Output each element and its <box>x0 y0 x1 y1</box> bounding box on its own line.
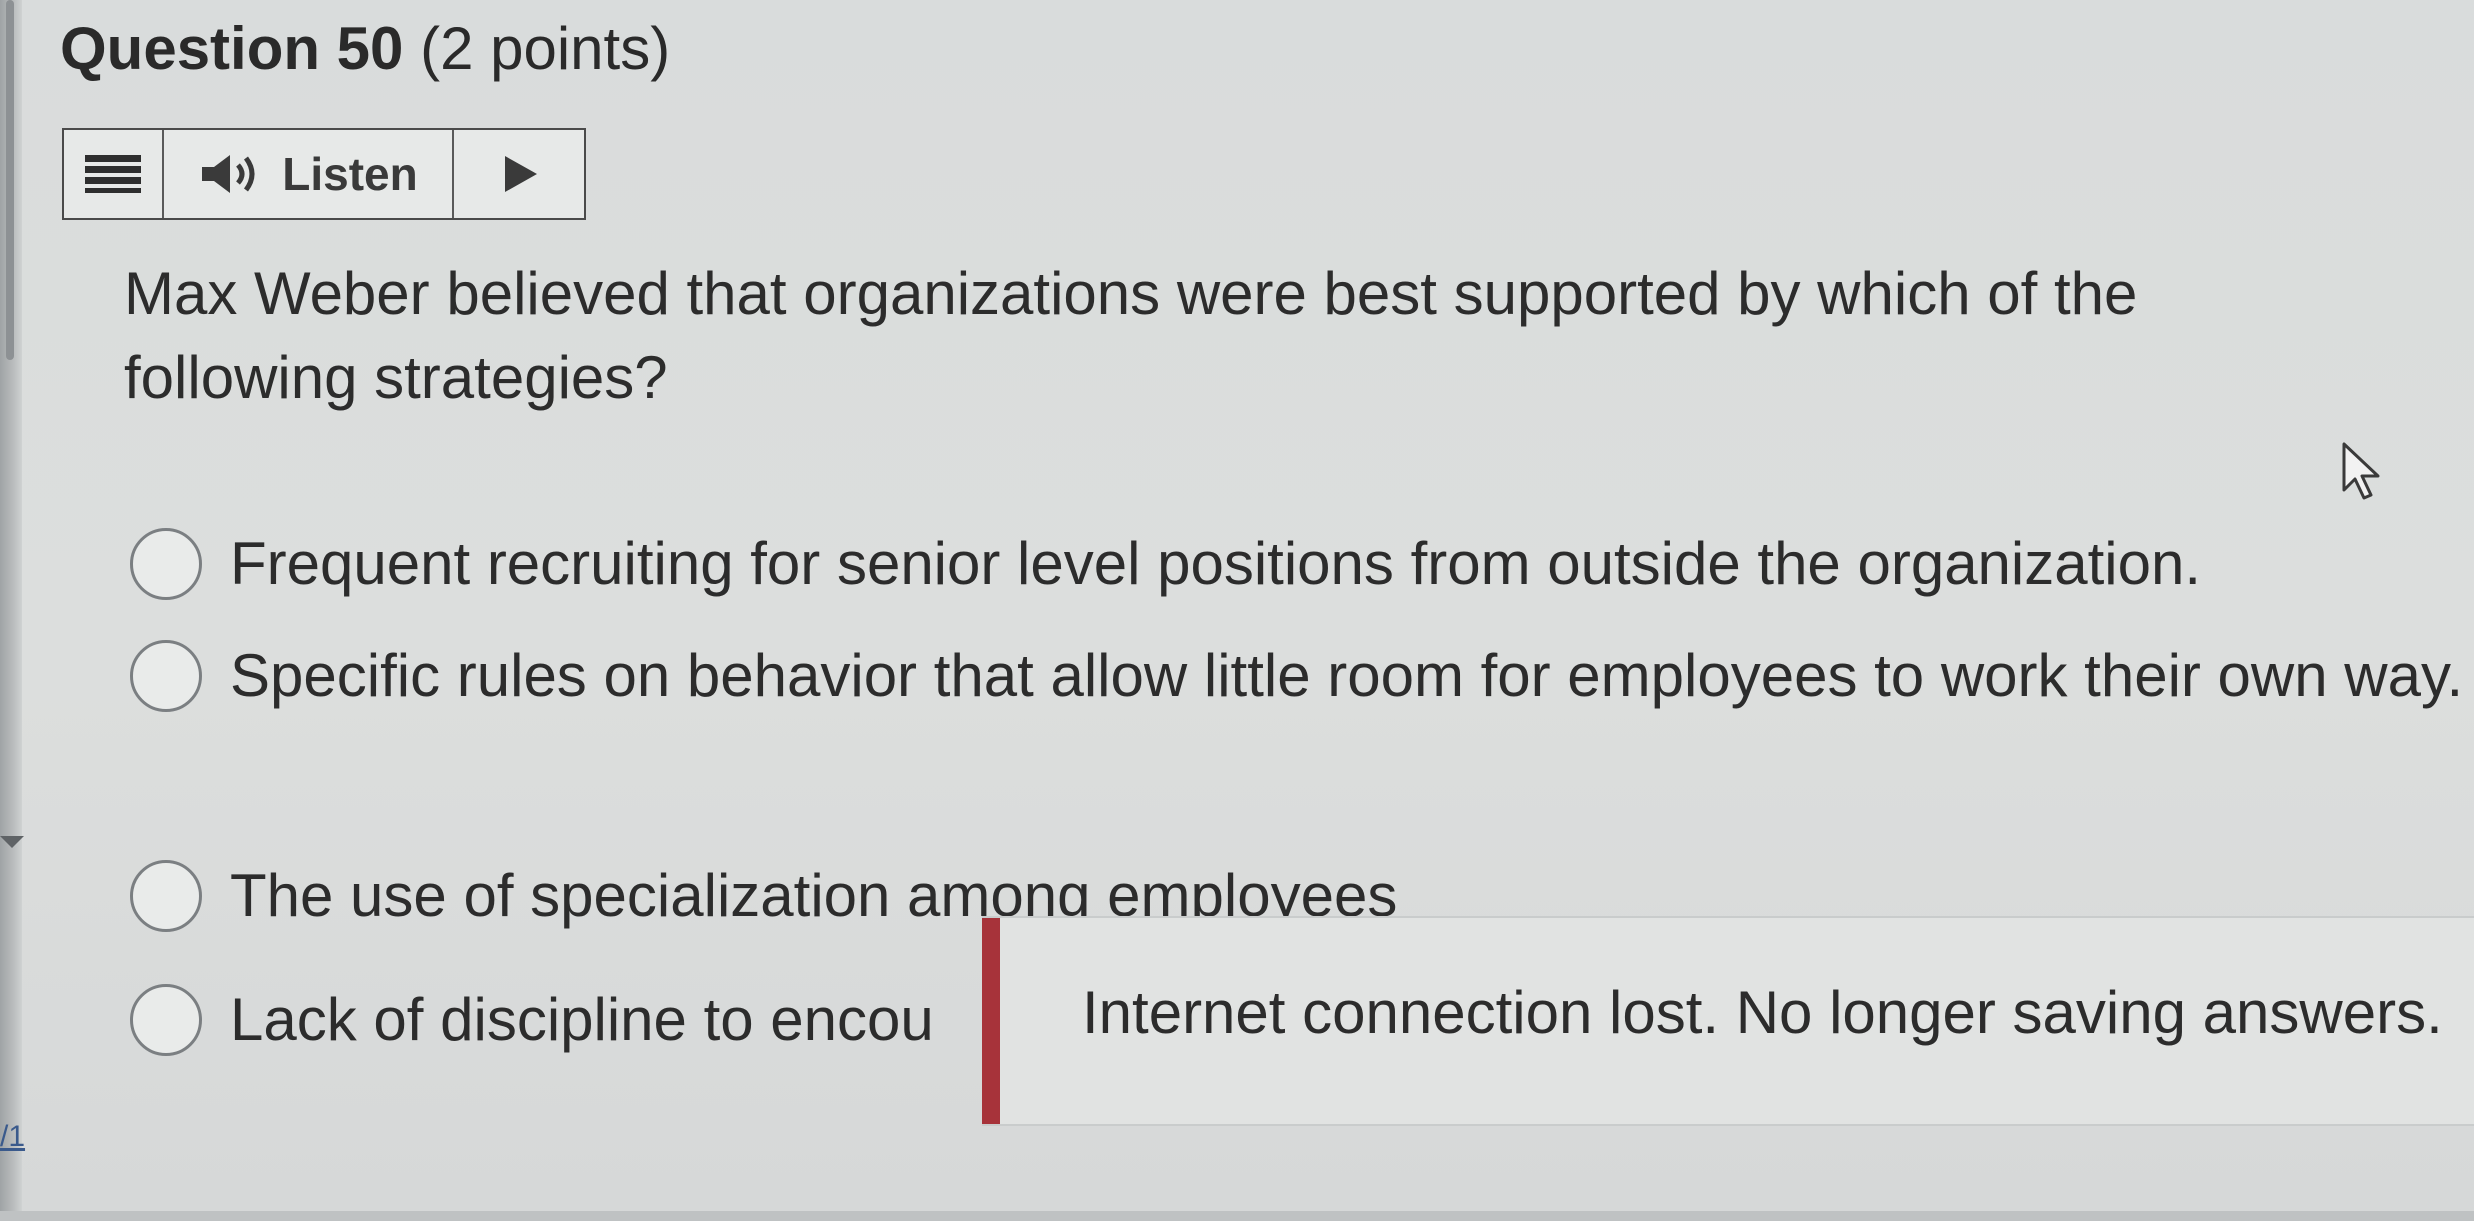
question-text: Max Weber believed that organizations we… <box>124 260 2138 411</box>
radio-button[interactable] <box>130 984 202 1056</box>
question-points: (2 points) <box>420 15 671 82</box>
speaker-icon <box>202 155 255 193</box>
listen-button[interactable]: Listen <box>164 130 454 218</box>
page-counter[interactable]: /1 <box>0 1120 40 1153</box>
listen-label: Listen <box>282 148 418 200</box>
question-title: Question 50 (2 points) <box>60 14 670 83</box>
radio-button[interactable] <box>130 528 202 600</box>
listen-toolbar: Listen <box>62 128 586 220</box>
answer-option-label[interactable]: Lack of discipline to encou <box>230 980 934 1060</box>
question-number: Question 50 <box>60 15 404 82</box>
bottom-bar <box>0 1211 2474 1221</box>
connection-lost-alert: Internet connection lost. No longer savi… <box>982 916 2474 1126</box>
answer-option[interactable]: Lack of discipline to encou <box>130 980 934 1060</box>
answer-option[interactable]: Specific rules on behavior that allow li… <box>130 636 2474 716</box>
page-left-edge <box>0 0 24 1221</box>
play-icon <box>505 156 537 192</box>
scroll-indicator <box>6 0 14 360</box>
radio-button[interactable] <box>130 860 202 932</box>
mouse-cursor-icon <box>2342 442 2380 500</box>
alert-accent-bar <box>982 918 1000 1124</box>
menu-button[interactable] <box>64 130 164 218</box>
menu-icon <box>85 155 141 193</box>
radio-button[interactable] <box>130 640 202 712</box>
alert-message: Internet connection lost. No longer savi… <box>1082 979 2443 1046</box>
answer-option[interactable]: Frequent recruiting for senior level pos… <box>130 524 2201 604</box>
answer-option-label[interactable]: Specific rules on behavior that allow li… <box>230 636 2470 716</box>
collapse-caret-icon[interactable] <box>0 836 24 848</box>
answer-option-label[interactable]: Frequent recruiting for senior level pos… <box>230 524 2201 604</box>
play-button[interactable] <box>454 130 584 218</box>
